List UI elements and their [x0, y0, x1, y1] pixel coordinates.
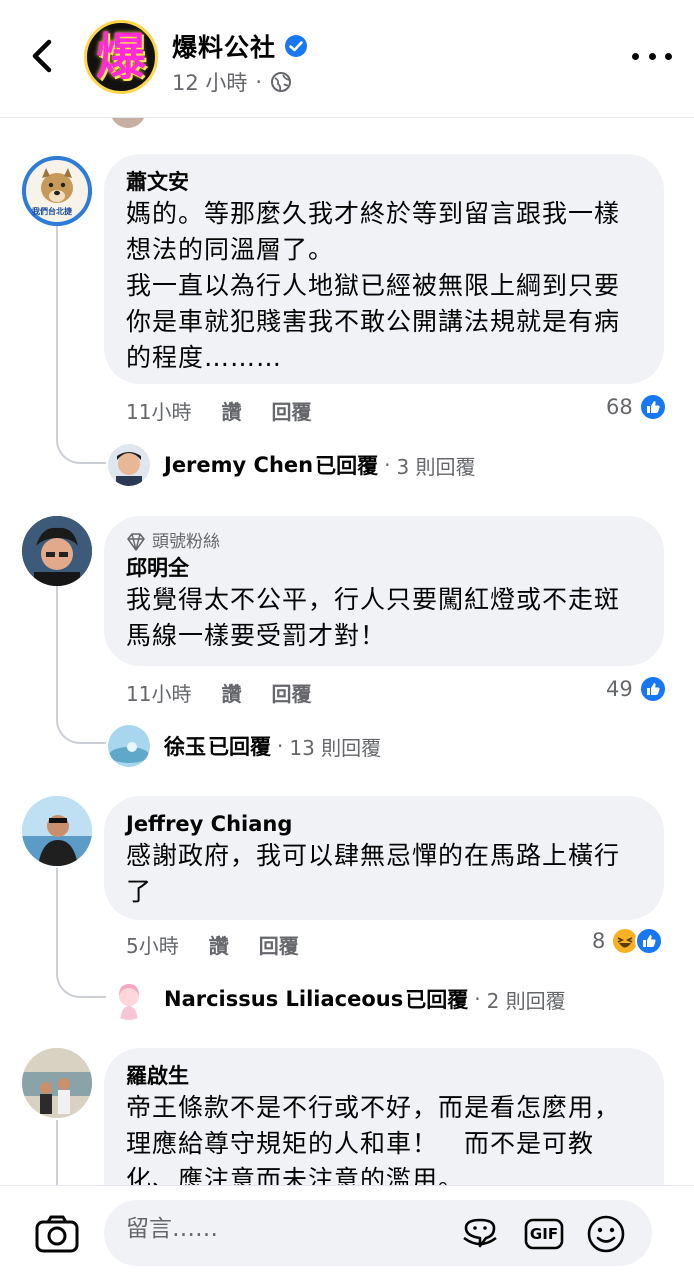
comment-actions: 11小時 讚 回覆: [126, 678, 341, 707]
like-icon: [638, 393, 667, 421]
like-button[interactable]: 讚: [209, 930, 229, 959]
thread-line: [56, 226, 58, 436]
replies-summary[interactable]: Narcissus Liliaceous 已回覆 · 2 則回覆: [108, 978, 566, 1020]
avatar[interactable]: [22, 796, 92, 866]
thread-line: [56, 868, 58, 970]
comment-bubble: 蕭文安 媽的。等那麼久我才終於等到留言跟我一樣 想法的同溫層了。 我一直以為行人…: [104, 154, 664, 384]
globe-icon: [271, 72, 292, 92]
post-time[interactable]: 12 小時: [172, 67, 247, 97]
avatar-caption: 我們台北捷: [32, 207, 72, 216]
top-fan-badge: 頭號粉絲: [126, 530, 642, 554]
reply-button[interactable]: 回覆: [271, 678, 311, 707]
back-arrow-icon[interactable]: [26, 38, 58, 74]
thread-curve: [56, 714, 106, 744]
comment-text-line: 你是車就犯賤害我不敢公開講法規就是有病: [126, 307, 621, 336]
thread-line: [56, 586, 58, 716]
thread-curve: [56, 968, 106, 998]
comment-input-box: GIF: [104, 1200, 652, 1266]
comment-bubble: Jeffrey Chiang 感謝政府，我可以肆無忌憚的在馬路上橫行 了: [104, 796, 664, 920]
comment-actions: 5小時 讚 回覆: [126, 930, 329, 959]
reaction-count: 49: [606, 677, 633, 701]
comment-text-line: 感謝政府，我可以肆無忌憚的在馬路上橫行: [126, 841, 621, 870]
comment-time: 5小時: [126, 934, 179, 958]
thread-curve: [56, 434, 106, 464]
comment-time: 11小時: [126, 400, 192, 424]
comment-text-line: 帝王條款不是不行或不好，而是看怎麼用，: [126, 1093, 621, 1122]
reaction-count: 8: [592, 929, 606, 953]
emoji-icon[interactable]: [586, 1214, 626, 1254]
avatar: [108, 444, 150, 486]
thread-line: [56, 1120, 58, 1190]
reaction-summary[interactable]: 8: [592, 927, 664, 955]
sticker-icon[interactable]: [460, 1214, 500, 1254]
reply-verb: 已回覆: [315, 454, 379, 478]
more-icon[interactable]: [632, 44, 672, 68]
gif-icon[interactable]: GIF: [524, 1214, 564, 1254]
comment-author[interactable]: 羅啟生: [126, 1062, 642, 1090]
avatar[interactable]: [22, 1048, 92, 1118]
diamond-icon: [127, 533, 145, 551]
replies-summary[interactable]: Jeremy Chen 已回覆 · 3 則回覆: [108, 444, 476, 486]
gif-label: GIF: [529, 1225, 559, 1243]
comment-author[interactable]: Jeffrey Chiang: [126, 810, 642, 838]
like-button[interactable]: 讚: [221, 396, 241, 425]
like-button[interactable]: 讚: [221, 678, 241, 707]
reply-separator: ·: [474, 987, 481, 1011]
comment-text-line: 馬線一樣要受罰才對！: [126, 621, 387, 650]
avatar: [108, 725, 150, 767]
reply-button[interactable]: 回覆: [271, 396, 311, 425]
reply-verb: 已回覆: [405, 988, 469, 1012]
comment-text-line: 想法的同溫層了。: [126, 235, 335, 264]
reaction-summary[interactable]: 49: [606, 675, 667, 703]
meta-separator: ·: [255, 70, 263, 94]
avatar[interactable]: [22, 516, 92, 586]
reply-button[interactable]: 回覆: [259, 930, 299, 959]
comment-text-line: 媽的。等那麼久我才終於等到留言跟我一樣: [126, 199, 621, 228]
reply-separator: ·: [277, 734, 284, 758]
comment-composer: GIF: [0, 1185, 694, 1279]
comment-time: 11小時: [126, 682, 192, 706]
reply-verb: 已回覆: [208, 735, 271, 759]
avatar[interactable]: 我們台北捷: [22, 156, 92, 226]
reply-separator: ·: [384, 453, 391, 477]
page-avatar[interactable]: 爆: [84, 20, 158, 94]
verified-badge-icon: [285, 35, 308, 57]
reply-author: 徐玉: [164, 735, 206, 759]
badge-label: 頭號粉絲: [152, 532, 220, 552]
comment-author[interactable]: 邱明全: [126, 554, 642, 582]
comment-text-line: 理應給尊守規矩的人和車！ 而不是可教: [126, 1129, 595, 1158]
camera-icon[interactable]: [34, 1214, 80, 1254]
comment-text-line: 我覺得太不公平，行人只要闖紅燈或不走斑: [126, 585, 621, 614]
comment-text-line: 的程度………: [126, 343, 283, 372]
post-meta: 12 小時 ·: [172, 67, 292, 97]
comment-actions: 11小時 讚 回覆: [126, 396, 341, 425]
reply-count: 2 則回覆: [486, 988, 566, 1013]
post-header: 爆 爆料公社 12 小時 ·: [0, 0, 694, 118]
page-avatar-logo: 爆: [96, 28, 146, 86]
comment-text-line: 我一直以為行人地獄已經被無限上綱到只要: [126, 271, 621, 300]
reply-count: 3 則回覆: [396, 454, 476, 479]
avatar: [108, 978, 150, 1020]
replies-summary[interactable]: 徐玉 已回覆 · 13 則回覆: [108, 725, 381, 767]
comment-input[interactable]: [126, 1216, 426, 1242]
like-icon: [635, 927, 664, 955]
comment-author[interactable]: 蕭文安: [126, 168, 642, 196]
page-name-row: 爆料公社: [172, 28, 308, 64]
reaction-count: 68: [606, 395, 633, 419]
comment-text-line: 了: [126, 877, 153, 906]
page-name[interactable]: 爆料公社: [172, 28, 276, 64]
comment-bubble: 頭號粉絲 邱明全 我覺得太不公平，行人只要闖紅燈或不走斑 馬線一樣要受罰才對！: [104, 516, 664, 666]
like-icon: [638, 675, 667, 703]
reaction-summary[interactable]: 68: [606, 393, 667, 421]
reply-author: Jeremy Chen: [164, 453, 314, 477]
reply-count: 13 則回覆: [289, 735, 382, 760]
reply-author: Narcissus Liliaceous: [164, 987, 404, 1011]
